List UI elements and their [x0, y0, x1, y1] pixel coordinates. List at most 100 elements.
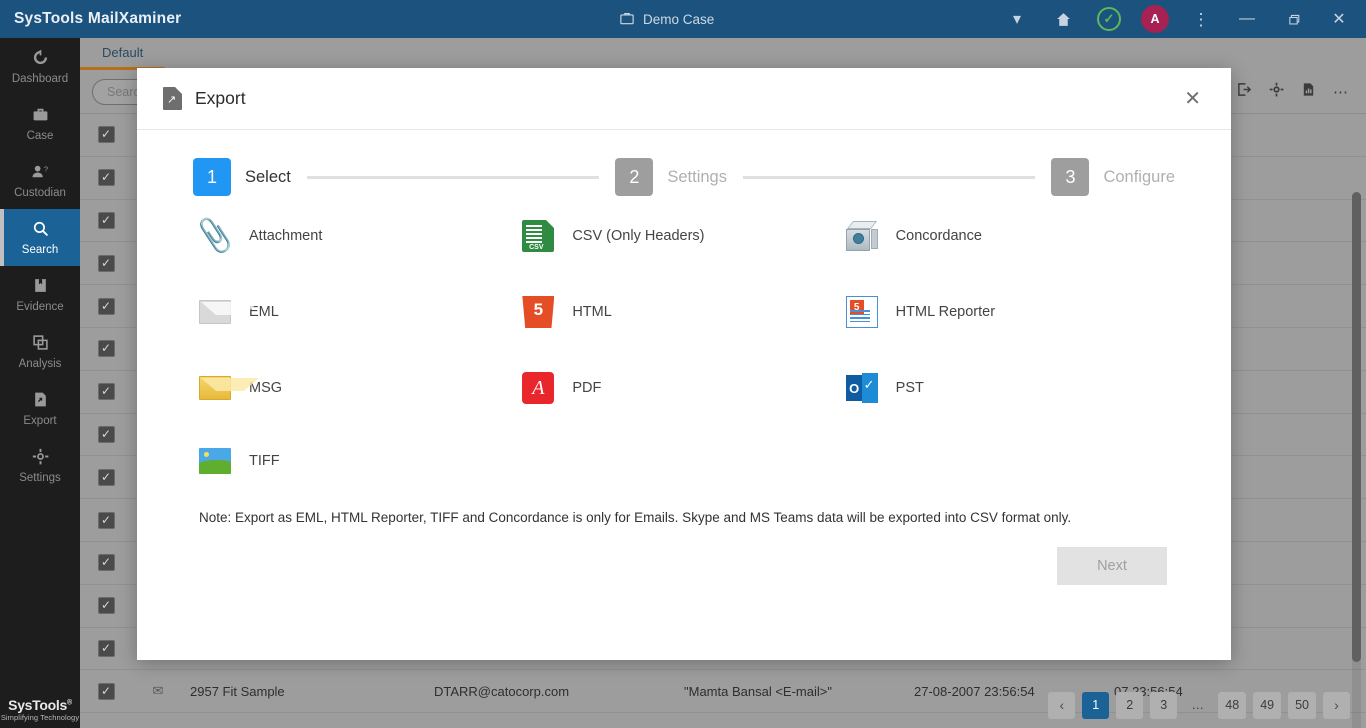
paperclip-icon: 📎 — [194, 217, 236, 255]
close-icon[interactable]: ✕ — [1176, 83, 1209, 115]
format-grid: 📎 Attachment CSV CSV (Only Headers) Conc… — [137, 196, 1231, 474]
format-label: TIFF — [249, 453, 280, 469]
format-label: PST — [895, 380, 924, 396]
step-select[interactable]: 1 Select — [193, 158, 291, 196]
export-dialog: ↗ Export ✕ 1 Select 2 Settings 3 Configu… — [137, 68, 1231, 660]
search-icon — [32, 220, 49, 241]
pagination-page-49[interactable]: 49 — [1253, 691, 1282, 719]
sidebar-item-label: Dashboard — [11, 72, 69, 85]
format-option-csv[interactable]: CSV CSV (Only Headers) — [522, 220, 845, 252]
step-label: Select — [245, 167, 291, 186]
pagination-page-48[interactable]: 48 — [1218, 691, 1247, 719]
step-number: 2 — [615, 158, 654, 196]
pagination-next[interactable]: › — [1323, 691, 1350, 719]
row-checkbox[interactable]: ✓ — [80, 383, 132, 401]
format-option-msg[interactable]: MSG — [199, 372, 522, 404]
row-checkbox[interactable]: ✓ — [80, 639, 132, 657]
sidebar-item-analysis[interactable]: Analysis — [0, 323, 80, 380]
dialog-header: ↗ Export ✕ — [137, 68, 1231, 130]
step-label: Configure — [1103, 167, 1175, 186]
export-document-icon: ↗ — [163, 87, 182, 110]
pagination-ellipsis: … — [1191, 698, 1205, 712]
logo-name: SysTools — [8, 697, 67, 713]
sidebar-item-settings[interactable]: Settings — [0, 437, 80, 494]
sidebar-item-search[interactable]: Search — [0, 209, 80, 266]
close-icon[interactable]: ✕ — [1316, 0, 1362, 38]
next-button[interactable]: Next — [1057, 547, 1167, 585]
svg-text:?: ? — [43, 164, 47, 173]
tab-default[interactable]: Default — [80, 40, 166, 70]
format-option-html-reporter[interactable]: 5 HTML Reporter — [845, 296, 1169, 328]
row-checkbox[interactable]: ✓ — [80, 511, 132, 529]
sidebar-item-label: Case — [26, 129, 54, 142]
case-selector[interactable]: Demo Case — [620, 11, 714, 28]
pagination: ‹ 1 2 3 … 48 49 50 › — [80, 682, 1366, 728]
sidebar-item-evidence[interactable]: Evidence — [0, 266, 80, 323]
avatar[interactable]: A — [1132, 0, 1178, 38]
step-connector — [306, 175, 600, 179]
format-option-concordance[interactable]: Concordance — [845, 220, 1169, 252]
row-checkbox[interactable]: ✓ — [80, 169, 132, 187]
format-label: Concordance — [895, 228, 982, 244]
more-icon[interactable]: ⋯ — [1333, 83, 1348, 101]
csv-file-icon: CSV — [522, 220, 555, 252]
step-settings: 2 Settings — [615, 158, 727, 196]
gear-icon[interactable] — [1269, 82, 1284, 101]
format-option-html[interactable]: 5 HTML — [522, 296, 845, 328]
tab-strip: Default — [80, 38, 1366, 70]
format-label: PDF — [572, 380, 602, 396]
sidebar-item-export[interactable]: Export — [0, 380, 80, 437]
envelope-gold-icon — [199, 376, 259, 400]
row-checkbox[interactable]: ✓ — [80, 126, 132, 144]
format-option-pdf[interactable]: A PDF — [522, 372, 845, 404]
step-number: 3 — [1051, 158, 1090, 196]
sidebar-item-case[interactable]: Case — [0, 95, 80, 152]
row-checkbox[interactable]: ✓ — [80, 340, 132, 358]
case-name: Demo Case — [643, 11, 715, 27]
row-checkbox[interactable]: ✓ — [80, 254, 132, 272]
scrollbar-thumb[interactable] — [1352, 192, 1361, 662]
html-reporter-icon: 5 — [845, 296, 878, 328]
check-circle-icon[interactable]: ✓ — [1086, 0, 1132, 38]
sidebar-item-label: Evidence — [16, 300, 64, 313]
sidebar-item-label: Analysis — [18, 357, 62, 370]
sidebar-item-dashboard[interactable]: Dashboard — [0, 38, 80, 95]
pagination-page-2[interactable]: 2 — [1116, 691, 1144, 719]
analysis-icon — [32, 334, 49, 355]
report-icon[interactable] — [1301, 82, 1316, 101]
dialog-title: Export — [195, 88, 246, 108]
format-option-pst[interactable]: O PST — [845, 372, 1169, 404]
format-option-attachment[interactable]: 📎 Attachment — [194, 217, 522, 255]
briefcase-icon — [620, 11, 634, 28]
minimize-icon[interactable]: — — [1224, 0, 1270, 38]
chevron-down-icon[interactable]: ▾ — [994, 0, 1040, 38]
format-label: Attachment — [249, 228, 323, 244]
envelope-gray-icon — [199, 300, 259, 324]
format-label: HTML — [572, 304, 612, 320]
export-icon[interactable] — [1237, 82, 1252, 101]
format-option-eml[interactable]: EML — [199, 296, 522, 328]
row-checkbox[interactable]: ✓ — [80, 468, 132, 486]
evidence-icon — [32, 277, 49, 298]
sidebar-item-label: Search — [21, 243, 59, 256]
row-checkbox[interactable]: ✓ — [80, 425, 132, 443]
more-vertical-icon[interactable]: ⋮ — [1178, 0, 1224, 38]
row-checkbox[interactable]: ✓ — [80, 597, 132, 615]
title-bar: SysTools MailXaminer Demo Case ▾ ✓ A ⋮ —… — [0, 0, 1366, 38]
sidebar-item-custodian[interactable]: ? Custodian — [0, 152, 80, 209]
sidebar-item-label: Export — [23, 414, 57, 427]
home-icon[interactable] — [1040, 0, 1086, 38]
step-connector — [742, 175, 1036, 179]
tiff-image-icon — [199, 448, 231, 474]
concordance-cube-icon — [845, 221, 878, 251]
pagination-page-50[interactable]: 50 — [1288, 691, 1316, 719]
row-checkbox[interactable]: ✓ — [80, 554, 132, 572]
restore-icon[interactable] — [1270, 0, 1316, 38]
pagination-prev[interactable]: ‹ — [1048, 691, 1076, 719]
briefcase-icon — [32, 106, 49, 127]
format-option-tiff[interactable]: TIFF — [199, 448, 522, 474]
row-checkbox[interactable]: ✓ — [80, 211, 132, 229]
row-checkbox[interactable]: ✓ — [80, 297, 132, 315]
pagination-page-1[interactable]: 1 — [1082, 691, 1110, 719]
pagination-page-3[interactable]: 3 — [1150, 691, 1178, 719]
